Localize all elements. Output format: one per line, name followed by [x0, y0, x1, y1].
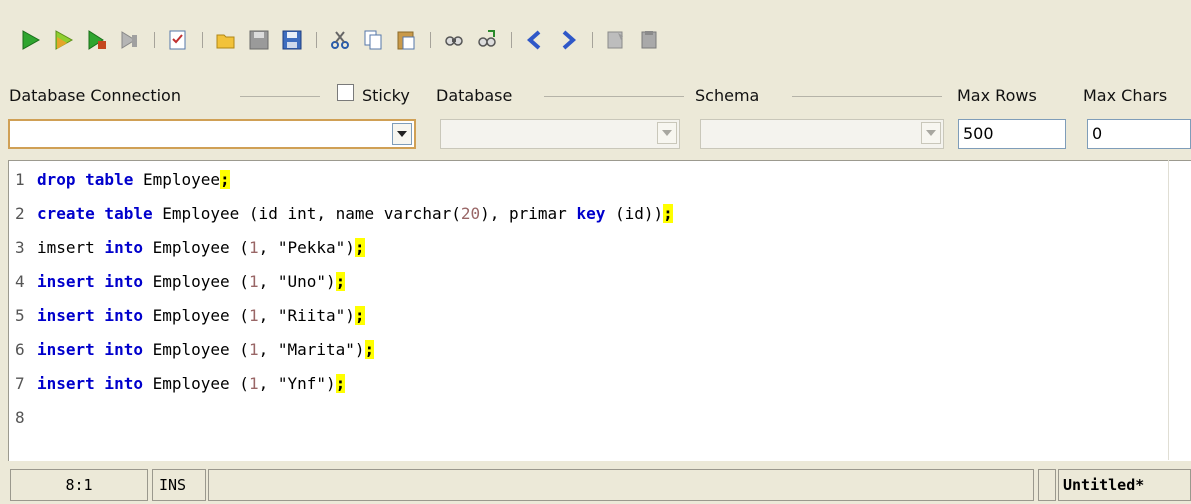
database-select[interactable]: [440, 119, 680, 149]
connection-labels: Database Connection Sticky Database Sche…: [0, 82, 1191, 110]
toolbar-separator: [511, 32, 512, 48]
line-number: 3: [15, 238, 25, 257]
line-number: 8: [15, 408, 25, 427]
comment-icon[interactable]: [601, 25, 631, 55]
copy-icon[interactable]: [358, 25, 388, 55]
chevron-down-icon[interactable]: [921, 122, 941, 144]
chevron-down-icon[interactable]: [392, 123, 412, 145]
document-name: Untitled*: [1058, 469, 1191, 501]
label-divider: [544, 96, 684, 97]
editor-line: 1 drop table Employee;: [15, 163, 230, 197]
run-icon[interactable]: [16, 25, 46, 55]
line-number: 1: [15, 170, 25, 189]
label-divider: [792, 96, 942, 97]
forward-icon[interactable]: [553, 25, 583, 55]
stop-icon[interactable]: [115, 25, 145, 55]
editor-line: 3 imsert into Employee (1, "Pekka");: [15, 231, 365, 265]
sticky-label: Sticky: [362, 86, 410, 105]
chevron-down-icon[interactable]: [657, 122, 677, 144]
editor-margin-line: [1168, 160, 1169, 460]
uncomment-icon[interactable]: [634, 25, 664, 55]
sticky-checkbox[interactable]: [337, 84, 354, 101]
max-chars-label: Max Chars: [1083, 86, 1168, 105]
database-connection-label: Database Connection: [9, 86, 181, 105]
line-number: 4: [15, 272, 25, 291]
editor-line: 5 insert into Employee (1, "Riita");: [15, 299, 365, 333]
line-number: 6: [15, 340, 25, 359]
run-step-icon[interactable]: [49, 25, 79, 55]
database-connection-select[interactable]: [8, 119, 416, 149]
editor-line: 6 insert into Employee (1, "Marita");: [15, 333, 375, 367]
status-spacer: [1038, 469, 1056, 501]
database-label: Database: [436, 86, 513, 105]
schema-select[interactable]: [700, 119, 944, 149]
save-icon[interactable]: [244, 25, 274, 55]
editor-line: 7 insert into Employee (1, "Ynf");: [15, 367, 346, 401]
toolbar-separator: [430, 32, 431, 48]
insert-mode: INS: [152, 469, 206, 501]
status-message: [208, 469, 1034, 501]
toolbar-separator: [592, 32, 593, 48]
run-partial-icon[interactable]: [82, 25, 112, 55]
toolbar-separator: [316, 32, 317, 48]
schema-label: Schema: [695, 86, 760, 105]
paste-icon[interactable]: [391, 25, 421, 55]
find-icon[interactable]: [439, 25, 469, 55]
status-bar: 8:1 INS Untitled*: [8, 466, 1191, 504]
max-rows-input[interactable]: 500: [958, 119, 1066, 149]
connection-inputs: 500 0: [0, 112, 1191, 160]
save-as-icon[interactable]: [277, 25, 307, 55]
toolbar-separator: [202, 32, 203, 48]
toolbar-row: [16, 24, 667, 56]
line-number: 2: [15, 204, 25, 223]
editor-line: 2 create table Employee (id int, name var…: [15, 197, 673, 231]
editor-line: 8: [15, 401, 37, 435]
checklist-icon[interactable]: [163, 25, 193, 55]
line-number: 5: [15, 306, 25, 325]
cursor-position: 8:1: [10, 469, 148, 501]
max-chars-input[interactable]: 0: [1087, 119, 1191, 149]
back-icon[interactable]: [520, 25, 550, 55]
label-divider: [240, 96, 320, 97]
editor-line: 4 insert into Employee (1, "Uno");: [15, 265, 346, 299]
line-number: 7: [15, 374, 25, 393]
sql-editor[interactable]: 1 drop table Employee; 2 create table Empl…: [8, 160, 1191, 461]
cut-icon[interactable]: [325, 25, 355, 55]
max-rows-label: Max Rows: [957, 86, 1037, 105]
main-toolbar: [0, 0, 1191, 82]
toolbar-separator: [154, 32, 155, 48]
open-folder-icon[interactable]: [211, 25, 241, 55]
replace-icon[interactable]: [472, 25, 502, 55]
